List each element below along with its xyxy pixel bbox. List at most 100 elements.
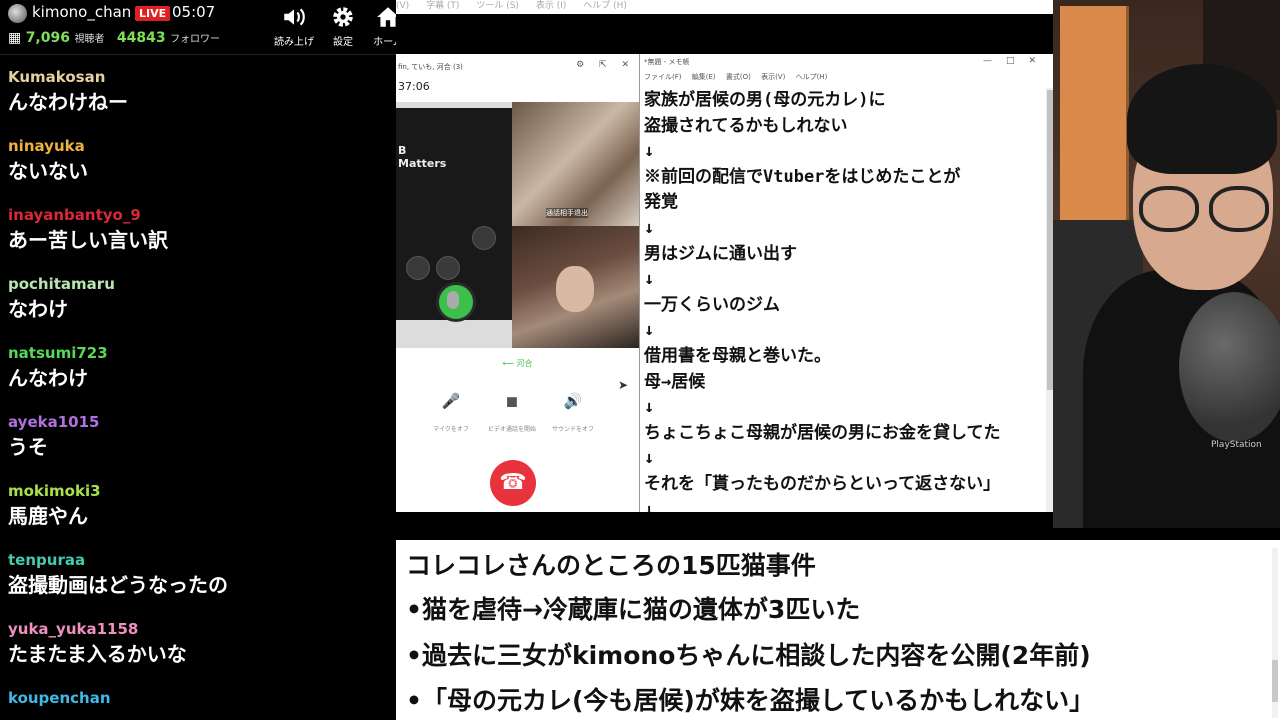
menu-item[interactable]: 表示(V) [761, 73, 785, 81]
chat-message: ayeka1015 うそ [0, 411, 396, 480]
mute-sound-button[interactable]: 🔊 サウンドをオフ [546, 390, 600, 434]
stream-stats: ▦ 7,096 視聴者 44843 フォロワー [8, 30, 228, 46]
video-tile-cat[interactable]: 通話相手退出 [512, 102, 639, 226]
menu-item[interactable]: ファイル(F) [644, 73, 682, 81]
hang-up-button[interactable]: ☎ [490, 460, 536, 506]
speaker-icon [270, 4, 318, 32]
call-elapsed: 37:06 [398, 80, 430, 93]
video-tile-caption: 通話相手退出 [546, 208, 588, 218]
notepad-line: ↓ [644, 269, 655, 290]
notepad-text-area[interactable]: 家族が居候の男(母の元カレ)に 盗撮されてるかもしれない ↓ ※前回の配信でVt… [644, 88, 1001, 512]
follower-label: フォロワー [170, 34, 221, 45]
notepad-line: ↓ [644, 397, 655, 418]
notepad-line: 母→居候 [644, 371, 706, 392]
chat-message: pochitamaru なわけ [0, 273, 396, 342]
chat-username[interactable]: koupenchan [8, 687, 396, 709]
left-panel: kimono_chan LIVE 05:07 ▦ 7,096 視聴者 44843… [0, 0, 396, 720]
letterbox-band [396, 512, 1053, 540]
equipment-label: B Matters [398, 144, 447, 170]
scrollbar-thumb[interactable] [1272, 660, 1278, 702]
chat-username[interactable]: pochitamaru [8, 273, 396, 295]
menu-item[interactable]: 表示 (I) [536, 1, 567, 11]
read-aloud-button[interactable]: 読み上げ [270, 4, 318, 48]
caption-scrollbar[interactable] [1272, 548, 1278, 718]
chat-username[interactable]: ninayuka [8, 135, 396, 157]
mute-mic-label: マイクをオフ [433, 426, 469, 433]
video-tile-participant[interactable] [512, 226, 639, 348]
notepad-line: 発覚 [644, 192, 678, 213]
phone-hangup-icon: ☎ [499, 470, 527, 495]
notepad-line: 一万くらいのジム [644, 294, 780, 315]
notepad-menu: ファイル(F) 編集(E) 書式(O) 表示(V) ヘルプ(H) [644, 72, 835, 82]
notepad-line: 盗撮されてるかもしれない [644, 115, 848, 136]
chat-text: 馬鹿やん [8, 504, 88, 528]
caption-line: •猫を虐待→冷蔵庫に猫の遺体が3匹いた [406, 595, 861, 624]
chat-text: んなわけ [8, 366, 88, 390]
streamer-name[interactable]: kimono_chan [32, 3, 131, 21]
mute-mic-button[interactable]: 🎤 マイクをオフ [424, 390, 478, 434]
notepad-line: ↓ [644, 448, 655, 469]
glasses [1139, 186, 1279, 232]
avatar[interactable] [8, 4, 27, 23]
chat-text: 盗撮動画はどうなったの [8, 573, 228, 597]
window-controls[interactable]: —□✕ [983, 56, 1050, 66]
menu-item[interactable]: ヘルプ (H) [583, 1, 627, 11]
notepad-line: ↓ [644, 141, 655, 162]
chat-text: あー苦しい言い訳 [8, 228, 168, 252]
home-label: ホーム [373, 37, 396, 48]
participant-label: ⟵ 河合 [502, 359, 533, 368]
home-button[interactable]: ホーム [364, 4, 396, 48]
knob [436, 256, 460, 280]
chat-username[interactable]: Kumakosan [8, 66, 396, 88]
caption-panel: コレコレさんのところの15匹猫事件 •猫を虐待→冷蔵庫に猫の遺体が3匹いた •過… [396, 540, 1280, 720]
desktop-capture: (V) 字幕 (T) ツール (S) 表示 (I) ヘルプ (H) fin, て… [396, 0, 1053, 540]
chat-message: Kumakosan んなわけねー [0, 66, 396, 135]
menu-item[interactable]: 字幕 (T) [426, 1, 459, 11]
start-video-button[interactable]: ◼ ビデオ通話を開始 [485, 390, 539, 434]
webcam-feed: PlayStation [1053, 0, 1280, 528]
menu-item[interactable]: ヘルプ(H) [796, 73, 828, 81]
knob [406, 256, 430, 280]
home-icon [364, 4, 396, 32]
live-badge: LIVE [135, 6, 171, 21]
viewer-count: 7,096 [25, 30, 70, 46]
caption-line: •「母の元カレ(今も居候)が妹を盗撮しているかもしれない」 [406, 686, 1095, 715]
start-video-label: ビデオ通話を開始 [487, 426, 536, 433]
menu-item[interactable]: 編集(E) [692, 73, 716, 81]
call-title: fin, ていも, 河合 (3) [398, 63, 463, 71]
notepad-line: 借用書を母親と巻いた。 [644, 345, 831, 366]
notepad-scrollbar[interactable] [1046, 88, 1053, 512]
window-controls[interactable]: ⚙ ⇱ ✕ [576, 60, 635, 70]
caption-title: コレコレさんのところの15匹猫事件 [406, 551, 816, 580]
chat-text: ないない [8, 159, 88, 183]
gear-icon [319, 4, 367, 32]
video-camera-icon: ◼ [505, 392, 519, 410]
background-menu-bar: (V) 字幕 (T) ツール (S) 表示 (I) ヘルプ (H) [396, 0, 1053, 14]
chat-username[interactable]: mokimoki3 [8, 480, 396, 502]
streamer-hair [1127, 64, 1277, 174]
knob [472, 226, 496, 250]
notepad-line: ↓ [644, 217, 655, 238]
chat-username[interactable]: inayanbantyo_9 [8, 204, 396, 226]
notepad-line: 男はジムに通い出す [644, 243, 797, 264]
chat-message: yuka_yuka1158 たまたま入るかいな [0, 618, 396, 687]
chat-username[interactable]: ayeka1015 [8, 411, 396, 433]
settings-button[interactable]: 設定 [319, 4, 367, 48]
chat-list[interactable]: Kumakosan んなわけねー ninayuka ないない inayanbanty… [0, 66, 396, 720]
participant-mic-indicator[interactable] [436, 282, 476, 322]
notepad-line: ちょこちょこ母親が居候の男にお金を貸してた [644, 422, 1001, 443]
menu-item[interactable]: ツール (S) [476, 1, 519, 11]
follower-count: 44843 [116, 30, 166, 46]
viewer-label: 視聴者 [74, 34, 105, 45]
playstation-logo: PlayStation [1211, 440, 1262, 450]
video-grid: B Matters 通話相手退出 [396, 102, 639, 348]
menu-item[interactable]: 書式(O) [726, 73, 751, 81]
chat-username[interactable]: yuka_yuka1158 [8, 618, 396, 640]
chat-username[interactable]: natsumi723 [8, 342, 396, 364]
notepad-line: ※前回の配信でVtuberをはじめたことが [644, 166, 961, 187]
chat-text: うそ [8, 435, 48, 459]
menu-item[interactable]: (V) [396, 1, 409, 11]
chat-message: ninayuka ないない [0, 135, 396, 204]
chat-username[interactable]: tenpuraa [8, 549, 396, 571]
notepad-line: 家族が居候の男(母の元カレ)に [644, 90, 886, 110]
